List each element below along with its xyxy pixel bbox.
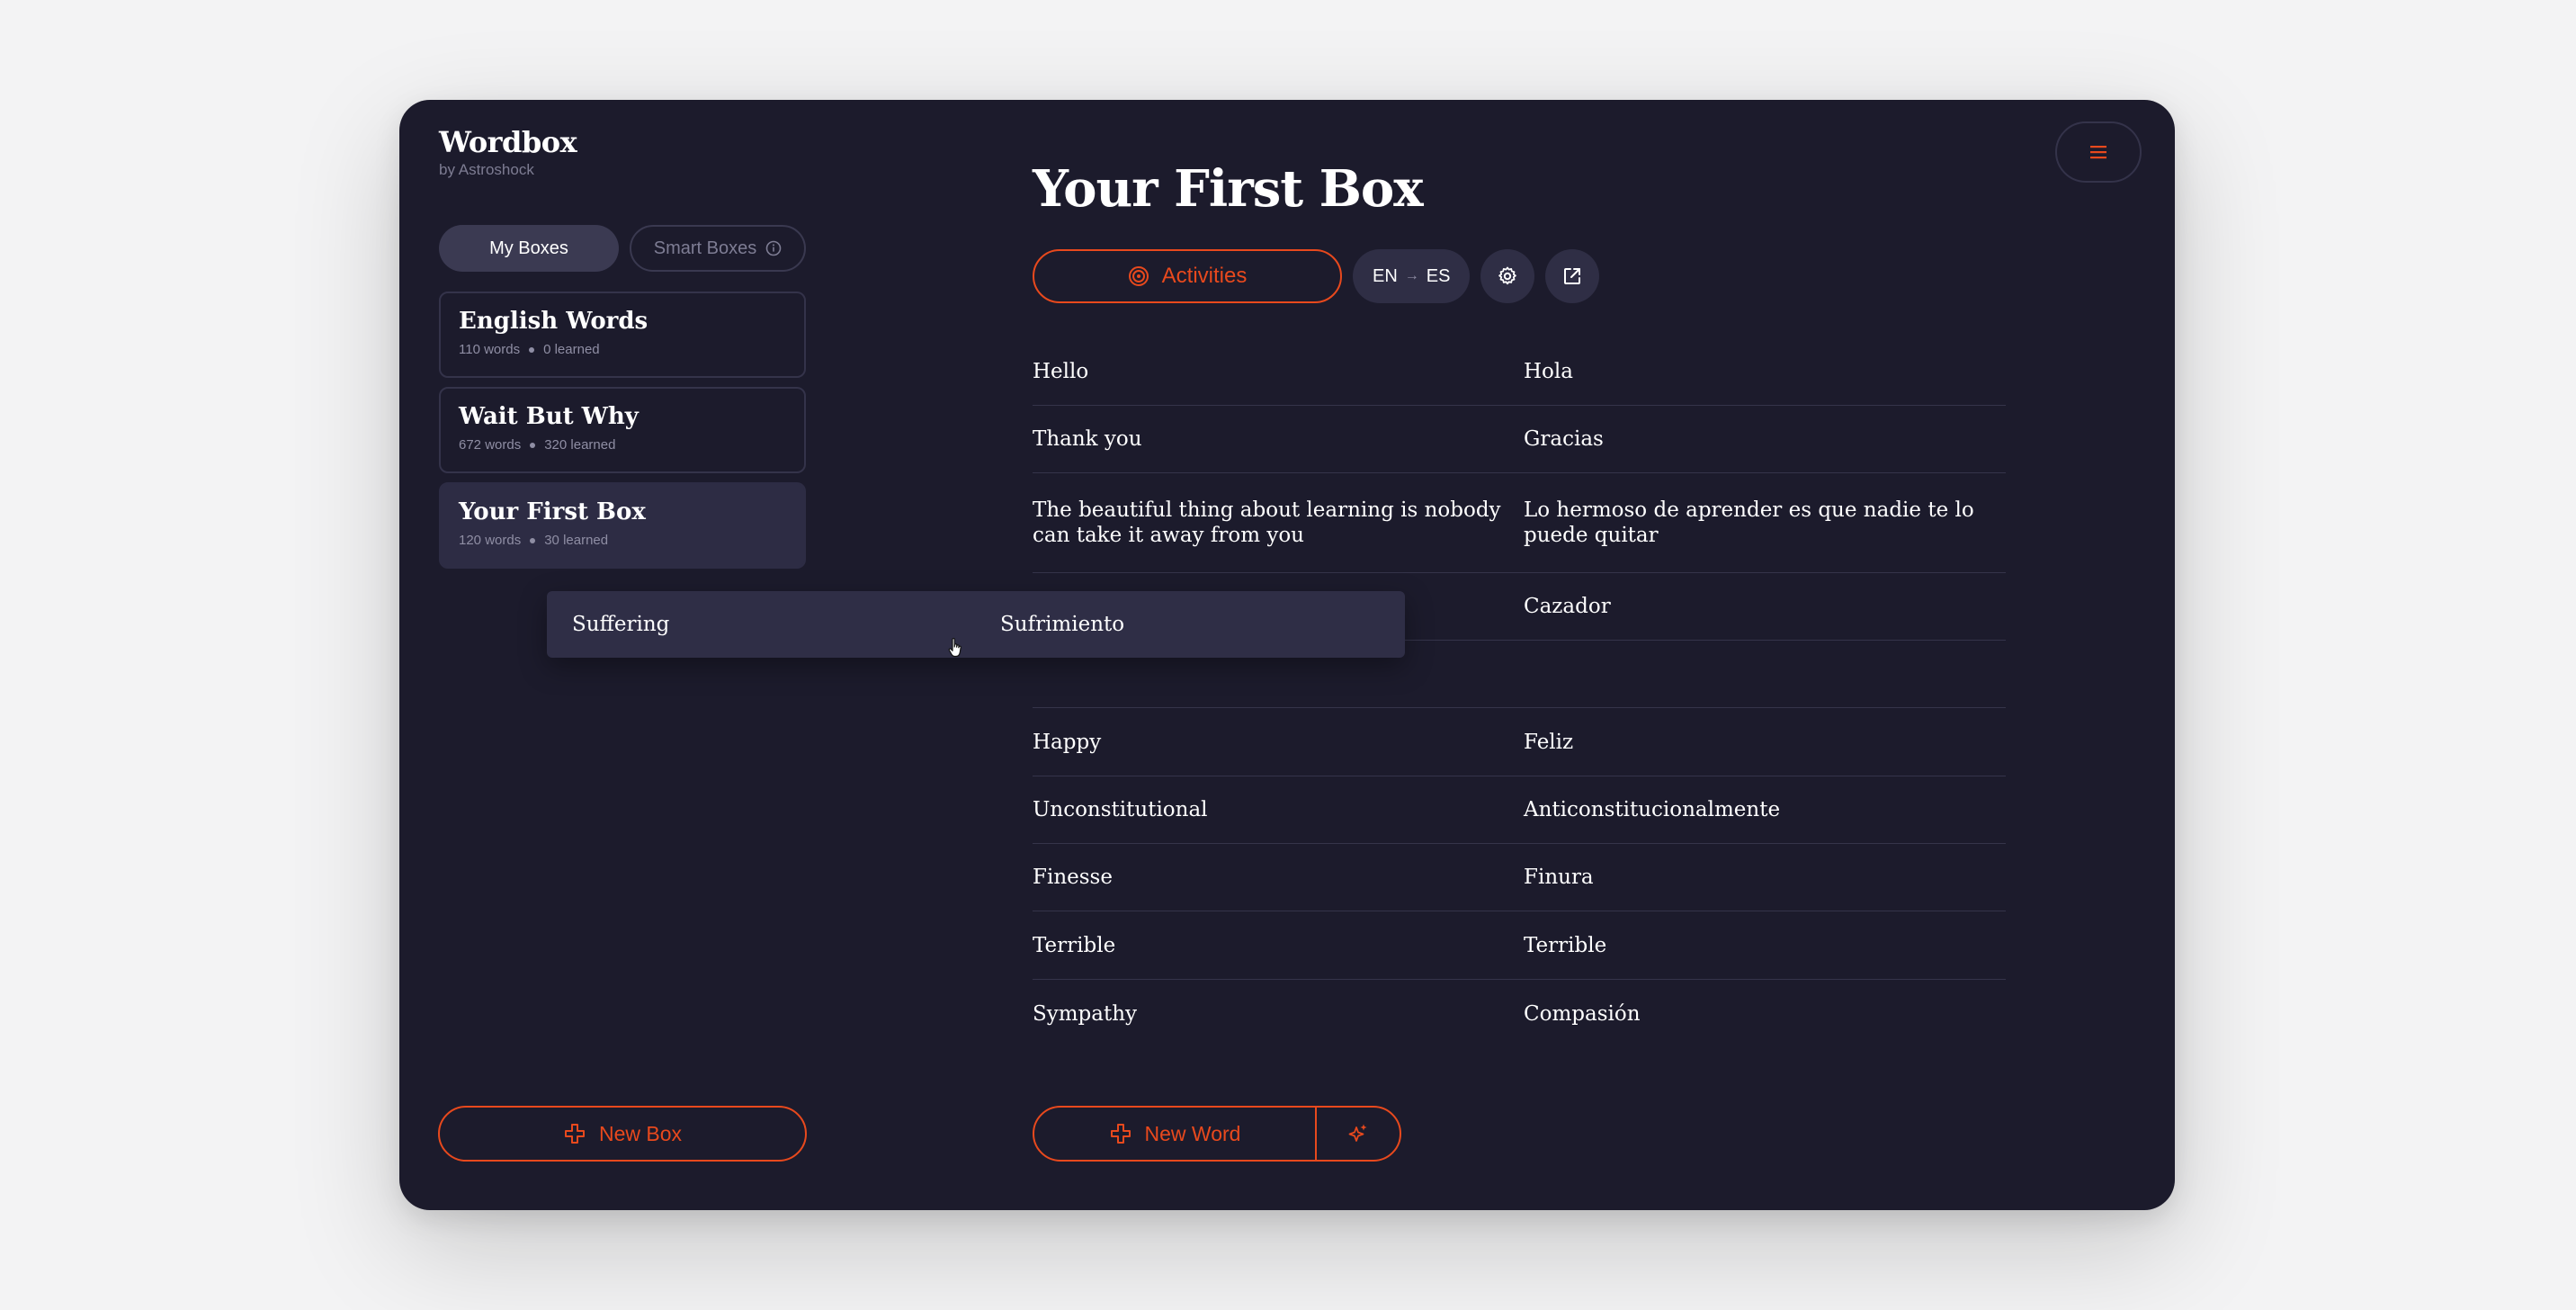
word-row[interactable]: Sympathy Compasión xyxy=(1033,980,2006,1047)
word-translation: Compasión xyxy=(1524,1001,1641,1026)
new-word-button[interactable]: New Word xyxy=(1034,1108,1317,1160)
word-list: Hello Hola Thank you Gracias The beautif… xyxy=(1033,337,2006,1047)
activities-button[interactable]: Activities xyxy=(1033,249,1342,303)
lang-from: EN xyxy=(1373,265,1398,286)
ai-generate-button[interactable] xyxy=(1317,1108,1400,1160)
info-icon[interactable] xyxy=(765,240,782,256)
word-row[interactable]: Unconstitutional Anticonstitucionalmente xyxy=(1033,776,2006,844)
box-learned-count: 320 learned xyxy=(544,437,616,453)
tab-my-boxes-label: My Boxes xyxy=(489,238,568,258)
new-word-label: New Word xyxy=(1144,1121,1241,1145)
word-row[interactable]: Terrible Terrible xyxy=(1033,911,2006,980)
dragged-word-translation: Sufrimiento xyxy=(1000,613,1125,636)
external-link-icon xyxy=(1564,268,1581,284)
plus-icon xyxy=(1110,1124,1131,1144)
new-box-label: New Box xyxy=(598,1121,683,1145)
box-meta: 120 words 30 learned xyxy=(459,533,786,548)
box-item[interactable]: English Words 110 words 0 learned xyxy=(439,292,806,378)
share-button[interactable] xyxy=(1545,249,1600,303)
box-name: Wait But Why xyxy=(459,403,639,430)
box-learned-count: 30 learned xyxy=(544,533,609,548)
word-source: Sympathy xyxy=(1033,1001,1138,1026)
word-source: Thank you xyxy=(1033,427,1142,451)
box-learned-count: 0 learned xyxy=(543,342,600,357)
box-word-count: 672 words xyxy=(459,437,522,453)
word-row[interactable]: Finesse Finura xyxy=(1033,844,2006,911)
word-translation: Feliz xyxy=(1524,730,1574,754)
language-pair-button[interactable]: EN → ES xyxy=(1353,249,1471,303)
word-source: Happy xyxy=(1033,730,1102,754)
brand: Wordbox by Astroshock xyxy=(439,125,577,179)
word-translation: Anticonstitucionalmente xyxy=(1524,798,1781,821)
arrow-right-icon: → xyxy=(1404,268,1419,283)
word-source: The beautiful thing about learning is no… xyxy=(1033,498,1501,547)
dragged-word-row[interactable]: Suffering Sufrimiento xyxy=(547,591,1405,658)
lang-to: ES xyxy=(1426,265,1451,286)
activities-label: Activities xyxy=(1161,264,1248,288)
box-item[interactable]: Wait But Why 672 words 320 learned xyxy=(439,387,806,473)
settings-button[interactable] xyxy=(1480,249,1535,303)
word-source: Unconstitutional xyxy=(1033,798,1208,821)
box-toolbar: Activities EN → ES xyxy=(1033,249,1600,303)
app-subtitle: by Astroshock xyxy=(439,161,534,178)
dragged-word-source: Suffering xyxy=(572,613,670,636)
menu-icon xyxy=(2090,146,2106,159)
word-translation: Cazador xyxy=(1524,595,1611,618)
app-window: Wordbox by Astroshock My Boxes Smart Box… xyxy=(399,100,2175,1210)
hand-cursor-icon xyxy=(948,638,962,658)
separator-dot xyxy=(530,442,536,448)
box-meta: 110 words 0 learned xyxy=(459,342,786,357)
word-source: Finesse xyxy=(1033,866,1113,889)
sparkle-icon xyxy=(1348,1124,1367,1142)
box-item-selected[interactable]: Your First Box 120 words 30 learned xyxy=(439,482,806,569)
page-title: Your First Box xyxy=(1033,159,1424,219)
word-source: Hello xyxy=(1033,359,1089,383)
word-translation: Gracias xyxy=(1524,427,1604,451)
box-meta: 672 words 320 learned xyxy=(459,437,786,453)
word-translation: Finura xyxy=(1524,866,1594,889)
menu-button[interactable] xyxy=(2055,121,2142,183)
box-tabs: My Boxes Smart Boxes xyxy=(439,225,806,272)
new-box-button[interactable]: New Box xyxy=(438,1106,807,1162)
word-row[interactable]: Thank you Gracias xyxy=(1033,406,2006,473)
word-row[interactable]: Hello Hola xyxy=(1033,337,2006,406)
word-translation: Terrible xyxy=(1524,933,1607,957)
tab-smart-boxes-label: Smart Boxes xyxy=(653,238,757,258)
box-name: English Words xyxy=(459,308,648,335)
box-word-count: 110 words xyxy=(459,342,521,357)
gear-icon xyxy=(1498,266,1517,285)
tab-smart-boxes[interactable]: Smart Boxes xyxy=(630,225,806,272)
new-word-group: New Word xyxy=(1033,1106,1401,1162)
word-translation: Lo hermoso de aprender es que nadie te l… xyxy=(1524,498,1974,547)
word-translation: Hola xyxy=(1524,359,1573,383)
word-row[interactable]: Happy Feliz xyxy=(1033,708,2006,776)
plus-icon xyxy=(564,1124,585,1144)
word-source: Terrible xyxy=(1033,933,1116,957)
word-row[interactable]: The beautiful thing about learning is no… xyxy=(1033,473,2006,573)
box-word-count: 120 words xyxy=(459,533,522,548)
box-name: Your First Box xyxy=(459,498,646,525)
app-title: Wordbox xyxy=(439,125,577,159)
separator-dot xyxy=(529,346,535,353)
tab-my-boxes[interactable]: My Boxes xyxy=(439,225,619,272)
target-icon xyxy=(1128,266,1149,286)
separator-dot xyxy=(530,537,536,543)
